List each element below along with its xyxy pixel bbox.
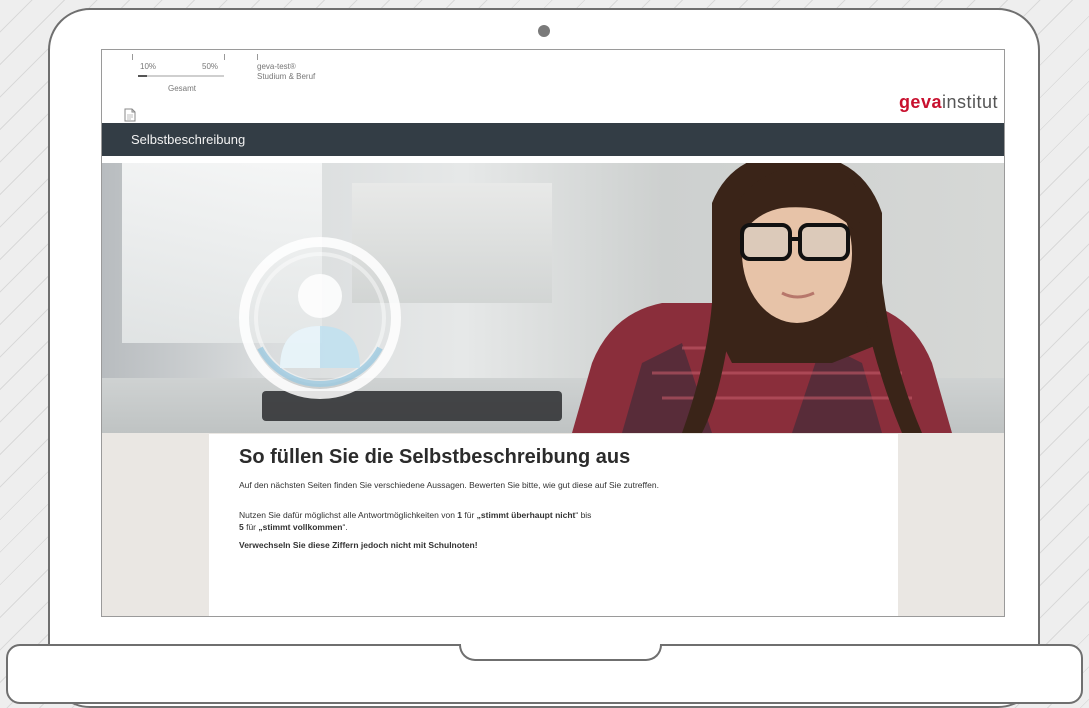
p2-text: für: [462, 510, 477, 520]
scale-min-label: „stimmt überhaupt nicht: [476, 510, 576, 520]
progress-pct-right: 50%: [202, 62, 219, 71]
section-title: Selbstbeschreibung: [131, 132, 246, 147]
scale-max-label: „stimmt vollkommen: [258, 522, 343, 532]
instructions-paragraph-2: Nutzen Sie dafür möglichst alle Antwortm…: [239, 509, 719, 533]
person-circle-icon: [239, 237, 401, 399]
screen: 10% 50% Gesamt geva-test® Studium & Beru…: [101, 49, 1005, 617]
laptop-base: [6, 644, 1083, 704]
hero-image: [102, 163, 1004, 433]
project-tick: [257, 54, 258, 60]
project-info: geva-test® Studium & Beruf: [257, 54, 315, 82]
progress-bar: [138, 75, 224, 77]
progress-tick: [132, 54, 133, 60]
document-icon[interactable]: [124, 108, 136, 122]
progress-pct-left: 10%: [140, 62, 157, 71]
p2-text: Nutzen Sie dafür möglichst alle Antwortm…: [239, 510, 458, 520]
instructions-heading: So füllen Sie die Selbstbeschreibung aus: [239, 446, 631, 468]
project-code: geva-test®: [257, 62, 296, 71]
p2-text: für: [243, 522, 259, 532]
overall-progress: 10% 50% Gesamt: [130, 54, 260, 102]
progress-label: Gesamt: [168, 84, 197, 93]
instructions-card: So füllen Sie die Selbstbeschreibung aus…: [209, 434, 898, 616]
section-header-bar: Selbstbeschreibung: [102, 123, 1004, 156]
p2-text: “ bis: [575, 510, 592, 520]
logo-bold-text: geva: [898, 92, 942, 112]
logo-light-text: institut: [941, 92, 998, 112]
progress-bar-fill: [138, 75, 147, 77]
instructions-paragraph-1: Auf den nächsten Seiten finden Sie versc…: [239, 480, 659, 490]
progress-tick: [224, 54, 225, 60]
project-name: Studium & Beruf: [257, 72, 316, 81]
instructions-warning: Verwechseln Sie diese Ziffern jedoch nic…: [239, 540, 478, 550]
geva-logo: gevainstitut: [899, 92, 998, 113]
laptop-notch: [459, 644, 662, 661]
webcam-icon: [538, 25, 550, 37]
woman-photo: [572, 163, 952, 433]
p2-text: “.: [342, 522, 348, 532]
